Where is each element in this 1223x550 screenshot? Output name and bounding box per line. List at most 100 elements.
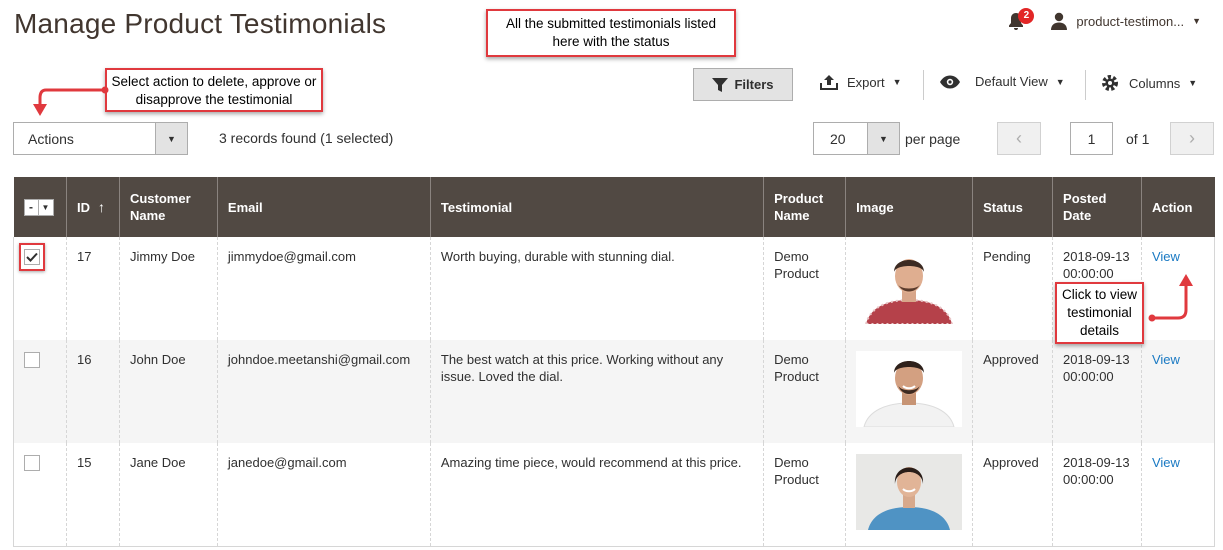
row-checkbox[interactable] xyxy=(24,455,40,471)
notification-count-badge: 2 xyxy=(1018,8,1035,24)
row-checkbox[interactable] xyxy=(24,249,40,265)
cell-image xyxy=(845,340,973,443)
cell-image xyxy=(845,443,973,547)
cell-status: Approved xyxy=(972,443,1053,547)
column-header-testimonial[interactable]: Testimonial xyxy=(429,177,764,237)
row-select-cell xyxy=(13,237,67,340)
cell-email: janedoe@gmail.com xyxy=(216,443,431,547)
cell-id: 17 xyxy=(65,237,120,340)
eye-icon xyxy=(940,75,960,88)
chevron-down-icon: ▼ xyxy=(1055,76,1065,87)
export-button[interactable]: Export ▼ xyxy=(820,74,902,90)
filter-icon xyxy=(712,77,729,92)
column-header-image[interactable]: Image xyxy=(845,177,973,237)
row-checkbox[interactable] xyxy=(24,352,40,368)
checkmark-icon xyxy=(26,252,38,262)
view-label: Default View xyxy=(975,74,1048,89)
annotation-grid-status: All the submitted testimonials listed he… xyxy=(486,9,736,57)
cell-testimonial: The best watch at this price. Working wi… xyxy=(429,340,764,443)
column-header-email[interactable]: Email xyxy=(216,177,431,237)
row-select-cell xyxy=(13,340,67,443)
column-header-id[interactable]: ID ↑ xyxy=(65,177,120,237)
per-page-value: 20 xyxy=(830,130,846,147)
columns-label: Columns xyxy=(1129,75,1181,91)
cell-id: 16 xyxy=(65,340,120,443)
cell-image xyxy=(845,237,973,340)
annotation-actions: Select action to delete, approve or disa… xyxy=(105,68,323,112)
cell-product-name: Demo Product xyxy=(763,340,846,443)
cell-posted-date: 2018-09-13 00:00:00 xyxy=(1052,443,1142,547)
filters-button[interactable]: Filters xyxy=(693,68,793,101)
cell-email: jimmydoe@gmail.com xyxy=(216,237,431,340)
annotation-arrow-view xyxy=(1148,274,1193,322)
cell-email: johndoe.meetanshi@gmail.com xyxy=(216,340,431,443)
view-switcher[interactable]: Default View ▼ xyxy=(939,74,1065,89)
view-link[interactable]: View xyxy=(1152,352,1180,367)
chevron-down-icon: ▼ xyxy=(1188,78,1198,88)
column-header-action: Action xyxy=(1140,177,1215,237)
view-link[interactable]: View xyxy=(1152,455,1180,470)
chevron-left-icon: ‹ xyxy=(1016,128,1022,148)
toolbar-divider xyxy=(1085,70,1086,100)
cell-action: View xyxy=(1140,340,1216,443)
mass-actions-dropdown[interactable]: Actions ▼ xyxy=(13,122,188,155)
row-select-cell xyxy=(13,443,67,547)
column-header-customer-name[interactable]: Customer Name xyxy=(118,177,218,237)
cell-id: 15 xyxy=(65,443,120,547)
minus-icon: - xyxy=(25,200,39,215)
per-page-label: per page xyxy=(905,131,961,147)
chevron-down-icon: ▼ xyxy=(892,77,902,87)
per-page-select[interactable]: 20 ▼ xyxy=(813,122,900,155)
cell-testimonial: Worth buying, durable with stunning dial… xyxy=(429,237,764,340)
cell-posted-date: 2018-09-13 00:00:00 xyxy=(1052,340,1142,443)
sort-ascending-icon: ↑ xyxy=(97,198,105,215)
chevron-down-icon: ▼ xyxy=(41,203,50,212)
chevron-down-icon[interactable]: ▼ xyxy=(867,123,899,154)
next-page-button[interactable]: › xyxy=(1170,122,1214,155)
mass-actions-label: Actions xyxy=(28,130,74,147)
cell-product-name: Demo Product xyxy=(763,237,846,340)
mass-select-control[interactable]: - ▼ xyxy=(23,199,54,216)
annotation-arrow-actions xyxy=(33,86,109,116)
page-number-input[interactable]: 1 xyxy=(1070,122,1113,155)
page-total: of 1 xyxy=(1126,131,1150,147)
row-checkbox-highlight xyxy=(19,243,45,271)
table-row: 15 Jane Doe janedoe@gmail.com Amazing ti… xyxy=(13,443,1216,547)
table-row: 17 Jimmy Doe jimmydoe@gmail.com Worth bu… xyxy=(13,237,1216,340)
customer-photo xyxy=(856,248,963,324)
notifications-button[interactable]: 2 xyxy=(1006,8,1036,34)
column-header-posted-date[interactable]: Posted Date xyxy=(1052,177,1142,237)
cell-testimonial: Amazing time piece, would recommend at t… xyxy=(429,443,764,547)
mass-select-header: - ▼ xyxy=(13,177,67,237)
customer-photo xyxy=(856,454,963,530)
view-link[interactable]: View xyxy=(1152,249,1180,264)
chevron-down-icon: ▼ xyxy=(1192,16,1201,26)
columns-button[interactable]: Columns ▼ xyxy=(1101,74,1197,92)
cell-status: Pending xyxy=(972,237,1053,340)
testimonials-grid: - ▼ ID ↑ Customer Name Email Testimonial P… xyxy=(13,177,1216,547)
toolbar-divider xyxy=(923,70,924,100)
cell-status: Approved xyxy=(972,340,1053,443)
column-label: ID xyxy=(76,199,90,215)
records-count: 3 records found (1 selected) xyxy=(219,130,394,146)
chevron-down-icon[interactable]: ▼ xyxy=(155,123,187,154)
gear-icon xyxy=(1102,75,1118,91)
page-title: Manage Product Testimonials xyxy=(14,8,387,39)
grid-header-row: - ▼ ID ↑ Customer Name Email Testimonial P… xyxy=(13,177,1215,237)
previous-page-button[interactable]: ‹ xyxy=(997,122,1041,155)
user-name: product-testimon... xyxy=(1076,13,1185,29)
admin-user-area: 2 product-testimon... ▼ xyxy=(1006,8,1201,34)
cell-customer-name: Jimmy Doe xyxy=(118,237,218,340)
annotation-view: Click to view testimonial details xyxy=(1055,282,1144,344)
table-row: 16 John Doe johndoe.meetanshi@gmail.com … xyxy=(13,340,1216,443)
cell-product-name: Demo Product xyxy=(763,443,846,547)
column-header-product-name[interactable]: Product Name xyxy=(763,177,846,237)
export-label: Export xyxy=(847,74,885,90)
customer-photo xyxy=(856,351,963,427)
user-icon xyxy=(1051,12,1068,30)
column-header-status[interactable]: Status xyxy=(972,177,1053,237)
cell-customer-name: Jane Doe xyxy=(118,443,218,547)
export-icon xyxy=(820,75,838,90)
chevron-right-icon: › xyxy=(1189,128,1195,148)
user-menu[interactable]: product-testimon... ▼ xyxy=(1050,12,1201,30)
